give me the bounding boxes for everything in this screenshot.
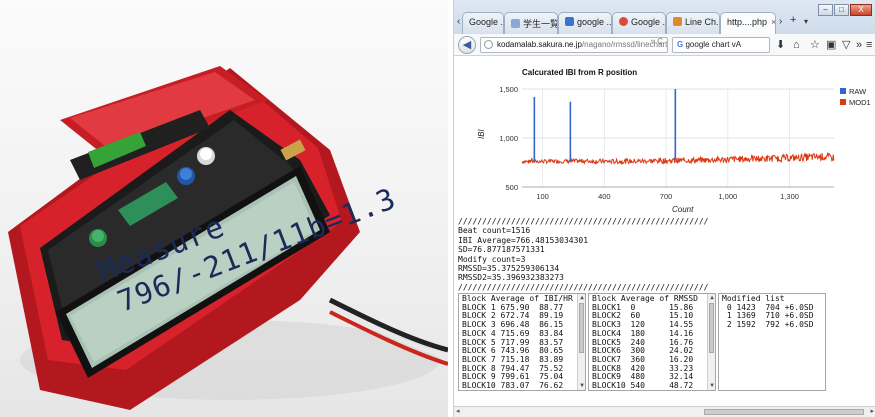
tab-scroll-left-icon[interactable]: ‹ xyxy=(457,16,460,27)
bookmark-star-icon[interactable]: ☆ xyxy=(810,38,820,52)
scroll-up-icon[interactable]: ▲ xyxy=(578,294,585,302)
tab-active-php[interactable]: http....php × xyxy=(720,12,776,35)
tab-google-search[interactable]: google ... xyxy=(558,12,612,34)
modify-count: Modify count=3 xyxy=(458,254,526,264)
tab-student-list[interactable]: 学生一覧 xyxy=(504,12,558,34)
tab-google-1[interactable]: Google ... xyxy=(462,12,504,34)
search-text: google chart vA xyxy=(685,40,742,49)
minimize-icon[interactable]: – xyxy=(818,4,833,16)
panel-rmssd-text: Block Average of RMSSD BLOCK1 0 15.86 BLOC… xyxy=(592,294,698,391)
globe-icon xyxy=(484,40,493,49)
navigation-bar: ◀ kodamalab.sakura.ne.jp/nagano/rmssd/li… xyxy=(454,34,875,56)
y-tick-label: 1,500 xyxy=(499,85,518,94)
overflow-icon[interactable]: » xyxy=(856,38,862,52)
pocket-icon[interactable]: ▽ xyxy=(842,38,850,52)
url-host: kodamalab.sakura.ne.jp xyxy=(497,40,582,49)
tab-favicon-icon xyxy=(511,19,520,28)
bookmarks-icon[interactable]: ▣ xyxy=(826,38,836,52)
x-tick-label: 700 xyxy=(660,192,673,201)
panel-ibi-hr-text: Block Average of IBI/HR BLOCK 1 675.90 88… xyxy=(462,294,573,391)
y-tick-label: 500 xyxy=(505,183,518,192)
scroll-down-icon[interactable]: ▼ xyxy=(578,382,585,390)
maximize-icon[interactable]: □ xyxy=(834,4,849,16)
tab-favicon-icon xyxy=(565,17,574,26)
new-tab-icon[interactable]: + xyxy=(790,14,796,26)
rmssd2-value: RMSSD2=35.396932383273 xyxy=(458,273,564,283)
legend-swatch-mod1 xyxy=(840,99,846,105)
tab-list-icon[interactable]: ▾ xyxy=(804,17,808,26)
tab-label: Google ... xyxy=(631,17,666,27)
list-item: BLOCK10 540 48.72 xyxy=(592,381,694,391)
tab-favicon-icon xyxy=(673,17,682,26)
scroll-right-icon[interactable]: ▸ xyxy=(870,407,874,415)
search-logo-icon: G xyxy=(677,40,684,49)
horizontal-scroll-thumb[interactable] xyxy=(704,409,864,415)
x-tick-label: 400 xyxy=(598,192,611,201)
tab-scroll-right-icon[interactable]: › xyxy=(779,16,782,27)
tab-label: Google ... xyxy=(469,17,504,27)
y-axis-ticks: 500 1,000 1,500 xyxy=(499,85,518,192)
list-item: 2 1592 792 +6.0SD xyxy=(722,320,814,330)
x-tick-label: 100 xyxy=(536,192,549,201)
x-tick-label: 1,000 xyxy=(718,192,737,201)
tab-line-chart[interactable]: Line Ch... xyxy=(666,12,720,34)
x-tick-label: 1,300 xyxy=(780,192,799,201)
screenshot-root: Measure 796/-211/11b=1.3 ‹ Google ... 学生… xyxy=(0,0,875,417)
close-tab-icon[interactable]: × xyxy=(771,17,775,27)
scroll-up-icon[interactable]: ▲ xyxy=(708,294,715,302)
series-raw-spikes xyxy=(533,89,677,162)
tab-label: Line Ch... xyxy=(685,17,720,27)
ibi-average: IBI Average=766.48153034301 xyxy=(458,235,589,245)
legend-swatch-raw xyxy=(840,88,846,94)
standard-deviation: SD=76.877187571331 xyxy=(458,245,545,255)
window-close-icon[interactable]: X xyxy=(850,4,872,16)
legend-label-raw: RAW xyxy=(849,87,867,96)
tab-label: 学生一覧 xyxy=(523,19,558,29)
list-item: BLOCK10 783.07 76.62 xyxy=(462,381,564,391)
x-axis-label: Count xyxy=(672,205,694,214)
separator-line: ////////////////////////////////////////… xyxy=(458,282,709,292)
panel-modified-list-text: Modified list 0 1423 704 +6.0SD 1 1369 7… xyxy=(722,294,814,330)
legend-label-mod1: MOD1 xyxy=(849,98,871,107)
tab-label: http....php xyxy=(727,17,768,27)
tab-label: google ... xyxy=(577,17,612,27)
chart-title: Calcurated IBI from R position xyxy=(522,68,637,77)
menu-icon[interactable]: ≡ xyxy=(866,38,872,52)
scroll-thumb[interactable] xyxy=(579,303,584,353)
x-axis-ticks: 100 400 700 1,000 1,300 xyxy=(536,192,799,201)
panel-modified-list[interactable]: Modified list 0 1423 704 +6.0SD 1 1369 7… xyxy=(718,293,826,391)
separator-line: ////////////////////////////////////////… xyxy=(458,217,709,226)
y-axis-label: IBI xyxy=(477,128,486,139)
tab-google-chart[interactable]: Google ... xyxy=(612,12,666,34)
scroll-thumb[interactable] xyxy=(709,303,714,353)
ibi-line-chart: Calcurated IBI from R position 5001,0001… xyxy=(477,68,871,214)
address-bar[interactable]: kodamalab.sakura.ne.jp/nagano/rmssd/line… xyxy=(480,37,668,53)
scroll-down-icon[interactable]: ▼ xyxy=(708,382,715,390)
rmssd-value: RMSSD=35.375259306134 xyxy=(458,264,560,274)
tab-bar: ‹ Google ... 学生一覧 google ... Google ... … xyxy=(454,0,875,35)
back-button[interactable]: ◀ xyxy=(458,36,476,54)
home-icon[interactable]: ⌂ xyxy=(793,38,800,52)
series-mod1-line xyxy=(521,151,835,166)
console-output: ////////////////////////////////////////… xyxy=(458,217,858,292)
url-dropdown-reload-icon[interactable]: ▿ C xyxy=(651,37,663,46)
window-controls: – □ X xyxy=(817,4,872,17)
chart-legend: RAW MOD1 xyxy=(840,87,871,107)
scroll-left-icon[interactable]: ◂ xyxy=(456,407,460,415)
search-input[interactable]: G google chart vA xyxy=(672,37,770,53)
tab-favicon-icon xyxy=(619,17,628,26)
device-photo: Measure 796/-211/11b=1.3 xyxy=(0,0,448,417)
download-icon[interactable]: ⬇ xyxy=(776,38,785,52)
chart-grid xyxy=(522,88,834,188)
horizontal-scrollbar[interactable]: ◂ ▸ xyxy=(454,406,875,417)
beat-count: Beat count=1516 xyxy=(458,226,531,236)
panel-ibi-hr[interactable]: Block Average of IBI/HR BLOCK 1 675.90 88… xyxy=(458,293,586,391)
scrollbar[interactable]: ▲ ▼ xyxy=(707,294,715,390)
y-tick-label: 1,000 xyxy=(499,134,518,143)
panel-rmssd[interactable]: Block Average of RMSSD BLOCK1 0 15.86 BLOC… xyxy=(588,293,716,391)
scrollbar[interactable]: ▲ ▼ xyxy=(577,294,585,390)
browser-window: ‹ Google ... 学生一覧 google ... Google ... … xyxy=(453,0,875,417)
